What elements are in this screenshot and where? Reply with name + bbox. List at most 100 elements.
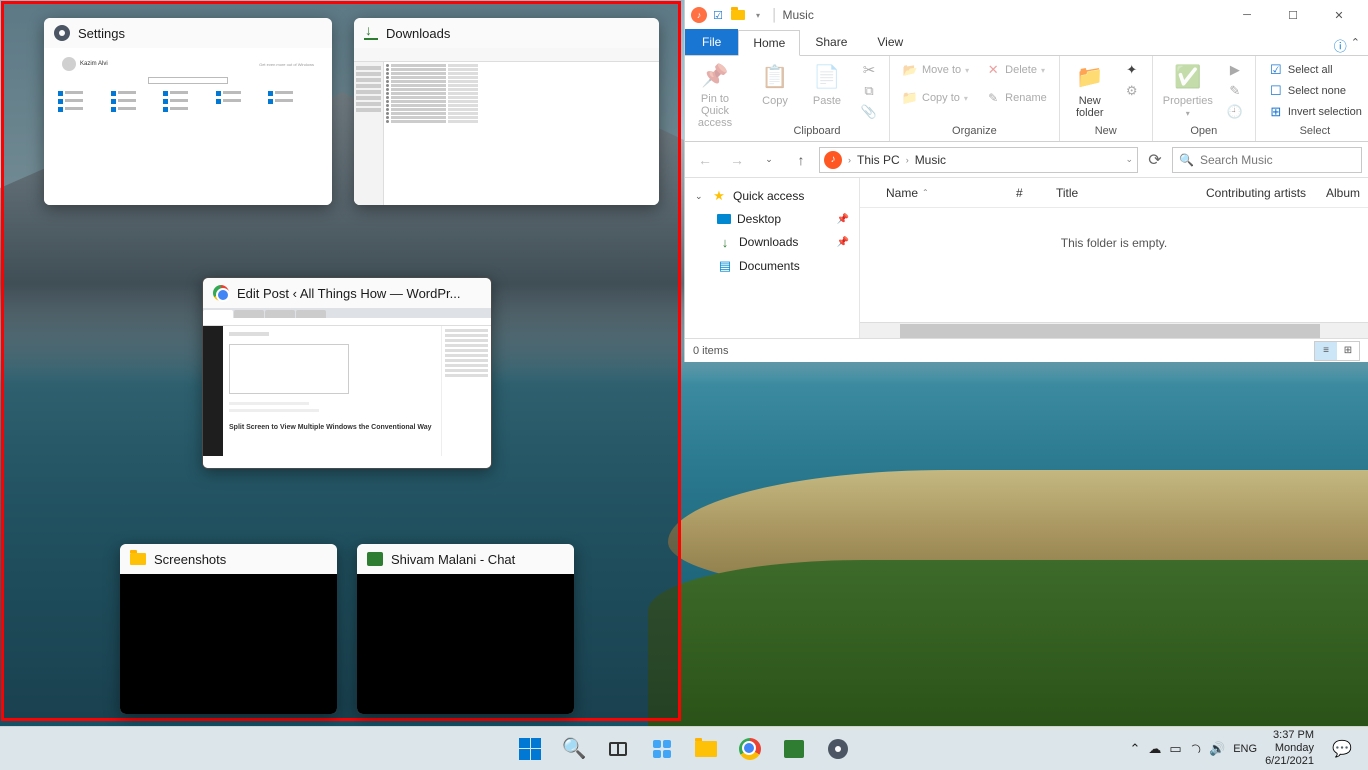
properties-button[interactable]: Properties▾: [1159, 58, 1217, 121]
search-box[interactable]: 🔍 Search Music: [1172, 147, 1362, 173]
snap-thumb-settings[interactable]: Settings Kazim AlviGet even more out of …: [44, 18, 332, 205]
tab-file[interactable]: File: [685, 29, 738, 55]
horizontal-scrollbar[interactable]: [860, 322, 1368, 338]
select-all-button[interactable]: Select all: [1264, 60, 1366, 80]
copyto-icon: 📁: [902, 90, 918, 106]
minimize-button[interactable]: ─: [1224, 0, 1270, 30]
group-new-label: New: [1066, 125, 1146, 139]
music-icon: ♪: [824, 151, 842, 169]
search-button[interactable]: 🔍: [554, 729, 594, 769]
thumb-title: Screenshots: [154, 552, 226, 567]
pin-icon: [700, 61, 730, 91]
addr-dropdown-icon[interactable]: ⌄: [1125, 154, 1133, 165]
shortcut-icon: 📎: [861, 104, 877, 120]
recent-dropdown[interactable]: ⌄: [755, 146, 783, 174]
open-button[interactable]: ▶: [1223, 60, 1247, 80]
snap-thumb-chat[interactable]: Shivam Malani - Chat: [357, 544, 574, 714]
search-placeholder: Search Music: [1200, 153, 1273, 167]
new-folder-button[interactable]: New folder: [1066, 58, 1114, 122]
pin-quick-access-button[interactable]: Pin to Quick access: [691, 58, 739, 132]
taskbar: 🔍 ⌃ ☁ ▭ ◠ 🔊 ENG 3:37 PM Monday 6/21/2021…: [0, 726, 1368, 770]
refresh-button[interactable]: ⟳: [1142, 147, 1168, 173]
titlebar[interactable]: ♪ ☑ ▾ │ Music ─ ☐ ✕: [685, 0, 1368, 30]
copy-button[interactable]: Copy: [751, 58, 799, 110]
task-view-button[interactable]: [598, 729, 638, 769]
clock-day: Monday: [1265, 742, 1314, 755]
col-name[interactable]: Name⌃: [878, 186, 1008, 200]
tab-view[interactable]: View: [862, 29, 918, 55]
invert-icon: ⊞: [1268, 104, 1284, 120]
details-view-button[interactable]: ≡: [1315, 342, 1337, 360]
snap-thumb-downloads[interactable]: Downloads: [354, 18, 659, 205]
qat-folder-icon[interactable]: [729, 6, 747, 24]
invert-selection-button[interactable]: ⊞Invert selection: [1264, 102, 1366, 122]
file-explorer-button[interactable]: [686, 729, 726, 769]
edit-button[interactable]: ✎: [1223, 81, 1247, 101]
selectnone-icon: ☐: [1268, 83, 1284, 99]
screenshots-preview: [120, 574, 337, 714]
onedrive-icon[interactable]: ☁: [1148, 741, 1161, 757]
clock[interactable]: 3:37 PM Monday 6/21/2021: [1265, 729, 1314, 769]
chrome-button[interactable]: [730, 729, 770, 769]
copy-to-button[interactable]: 📁Copy to▾: [898, 88, 973, 108]
close-button[interactable]: ✕: [1316, 0, 1362, 30]
thumbnails-view-button[interactable]: ⊞: [1337, 342, 1359, 360]
back-button[interactable]: ←: [691, 146, 719, 174]
col-title[interactable]: Title: [1048, 186, 1198, 200]
col-album[interactable]: Album: [1318, 186, 1368, 200]
delete-button[interactable]: Delete▾: [981, 60, 1051, 80]
paste-icon: [811, 61, 843, 93]
notifications-button[interactable]: 💬: [1322, 729, 1362, 769]
chat-button[interactable]: [774, 729, 814, 769]
breadcrumb-current[interactable]: Music: [915, 153, 946, 167]
up-button[interactable]: ↑: [787, 146, 815, 174]
tray-chevron-icon[interactable]: ⌃: [1129, 741, 1140, 757]
qat-properties-icon[interactable]: ☑: [709, 6, 727, 24]
settings-button[interactable]: [818, 729, 858, 769]
open-icon: ▶: [1227, 62, 1243, 78]
new-item-button[interactable]: ✦: [1120, 60, 1144, 80]
thumb-title: Edit Post ‹ All Things How — WordPr...: [237, 286, 461, 301]
easy-access-button[interactable]: ⚙: [1120, 81, 1144, 101]
ribbon-collapse-icon[interactable]: ⓘ: [1334, 36, 1347, 55]
group-open-label: Open: [1159, 125, 1249, 139]
battery-icon[interactable]: ▭: [1169, 741, 1181, 757]
chevron-down-icon[interactable]: ⌄: [695, 191, 705, 202]
snap-thumb-screenshots[interactable]: Screenshots: [120, 544, 337, 714]
forward-button[interactable]: →: [723, 146, 751, 174]
widgets-button[interactable]: [642, 729, 682, 769]
system-tray[interactable]: ⌃ ☁ ▭ ◠ 🔊 ENG: [1129, 741, 1257, 757]
wifi-icon[interactable]: ◠: [1186, 739, 1205, 758]
sidebar-quick-access[interactable]: ⌄ ★ Quick access: [685, 184, 859, 208]
select-none-button[interactable]: ☐Select none: [1264, 81, 1366, 101]
tab-home[interactable]: Home: [738, 30, 800, 56]
snap-thumb-chrome[interactable]: Edit Post ‹ All Things How — WordPr... S…: [202, 277, 492, 469]
volume-icon[interactable]: 🔊: [1209, 741, 1225, 757]
download-icon: [364, 26, 378, 40]
tab-share[interactable]: Share: [800, 29, 862, 55]
paste-shortcut-button[interactable]: 📎: [857, 102, 881, 122]
settings-icon: [54, 25, 70, 41]
copypath-icon: ⧉: [861, 83, 877, 99]
file-list[interactable]: Name⌃ # Title Contributing artists Album…: [860, 178, 1368, 338]
sidebar-downloads[interactable]: ↓ Downloads 📌: [685, 230, 859, 254]
col-artists[interactable]: Contributing artists: [1198, 186, 1318, 200]
ribbon-help-icon[interactable]: ⌃: [1351, 36, 1360, 55]
language-indicator[interactable]: ENG: [1233, 743, 1257, 755]
sidebar-desktop[interactable]: Desktop 📌: [685, 208, 859, 230]
breadcrumb-root[interactable]: This PC: [857, 153, 900, 167]
cut-button[interactable]: [857, 60, 881, 80]
address-bar[interactable]: ♪ › This PC › Music ⌄: [819, 147, 1138, 173]
maximize-button[interactable]: ☐: [1270, 0, 1316, 30]
sidebar-documents[interactable]: ▤ Documents: [685, 254, 859, 278]
paste-button[interactable]: Paste: [803, 58, 851, 110]
copy-path-button[interactable]: ⧉: [857, 81, 881, 101]
col-num[interactable]: #: [1008, 186, 1048, 200]
history-button[interactable]: 🕘: [1223, 102, 1247, 122]
qat-dropdown-icon[interactable]: ▾: [749, 6, 767, 24]
rename-button[interactable]: Rename: [981, 88, 1051, 108]
delete-icon: [985, 62, 1001, 78]
move-to-button[interactable]: Move to▾: [898, 60, 973, 80]
newfolder-icon: [1074, 61, 1106, 93]
start-button[interactable]: [510, 729, 550, 769]
